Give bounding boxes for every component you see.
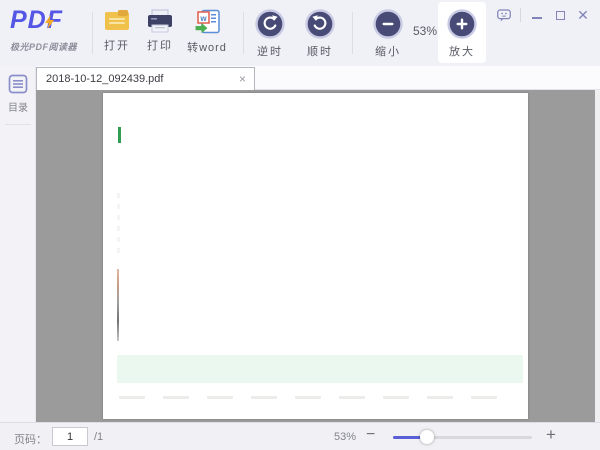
feedback-button[interactable] xyxy=(497,8,511,22)
status-bar: 页码： /1 53% − + xyxy=(0,422,600,450)
minimize-icon xyxy=(532,17,542,19)
zoom-out-label: 缩小 xyxy=(375,46,401,58)
minimize-button[interactable] xyxy=(530,8,544,22)
maximize-icon xyxy=(555,10,565,20)
faint-bottom-row xyxy=(119,396,513,399)
zoom-in-label: 放大 xyxy=(449,46,475,58)
feedback-bubble-icon xyxy=(497,8,511,21)
printer-icon xyxy=(148,9,172,33)
zoom-slider[interactable] xyxy=(393,430,532,444)
faint-left-text xyxy=(117,193,120,255)
document-tab[interactable]: 2018-10-12_092439.pdf × xyxy=(36,67,255,90)
tab-bar: 2018-10-12_092439.pdf × xyxy=(36,66,600,90)
faint-left-marks xyxy=(117,269,119,341)
zoom-in-button[interactable]: 放大 xyxy=(434,9,490,61)
slider-thumb[interactable] xyxy=(420,430,434,444)
svg-text:w: w xyxy=(199,14,207,23)
rotate-ccw-icon xyxy=(255,9,285,39)
document-viewport[interactable] xyxy=(36,90,600,422)
page-number-input[interactable] xyxy=(52,427,88,446)
folder-icon xyxy=(105,10,129,30)
maximize-button[interactable] xyxy=(553,8,567,22)
minus-circle-icon xyxy=(373,9,403,39)
vertical-scrollbar[interactable] xyxy=(595,90,600,422)
page-number-label: 页码： xyxy=(14,434,47,446)
sidebar-divider xyxy=(4,124,31,125)
app-window: PDF 极光PDF阅读器 打开 打印 w 转word 逆时 顺时 缩小 53% … xyxy=(0,0,600,450)
convert-to-word-button[interactable]: w 转word xyxy=(179,9,235,61)
logo-text: PDF xyxy=(10,6,63,34)
tab-close-icon[interactable]: × xyxy=(231,72,254,86)
sidebar: 目录 xyxy=(0,66,36,422)
close-icon: ✕ xyxy=(577,7,589,23)
slider-zoom-in-button[interactable]: + xyxy=(546,425,556,445)
toolbar: PDF 极光PDF阅读器 打开 打印 w 转word 逆时 顺时 缩小 53% … xyxy=(0,0,600,66)
statusbar-zoom-level: 53% xyxy=(334,431,357,443)
close-button[interactable]: ✕ xyxy=(576,8,590,22)
word-convert-icon: w xyxy=(195,9,220,34)
rotate-ccw-label: 逆时 xyxy=(257,46,283,58)
pdf-page[interactable] xyxy=(103,93,528,419)
rotate-cw-label: 顺时 xyxy=(307,46,333,58)
tab-title: 2018-10-12_092439.pdf xyxy=(46,73,164,85)
convert-to-word-label: 转word xyxy=(187,42,227,54)
page-total: /1 xyxy=(94,431,104,443)
rotate-clockwise-button[interactable]: 顺时 xyxy=(292,9,348,61)
plus-circle-icon xyxy=(447,9,477,39)
toc-button[interactable]: 目录 xyxy=(0,66,36,114)
toc-label: 目录 xyxy=(8,103,28,114)
toc-list-icon xyxy=(8,74,28,94)
rotate-cw-icon xyxy=(305,9,335,39)
toolbar-divider xyxy=(352,12,353,54)
slider-zoom-out-button[interactable]: − xyxy=(366,426,375,444)
rotate-counterclockwise-button[interactable]: 逆时 xyxy=(242,9,298,61)
highlight-band xyxy=(117,355,523,383)
app-logo: PDF 极光PDF阅读器 xyxy=(10,6,90,60)
window-controls: ✕ xyxy=(497,6,590,24)
logo-subtitle: 极光PDF阅读器 xyxy=(10,42,78,52)
green-marker-annotation xyxy=(118,127,121,143)
controls-divider xyxy=(520,8,521,22)
